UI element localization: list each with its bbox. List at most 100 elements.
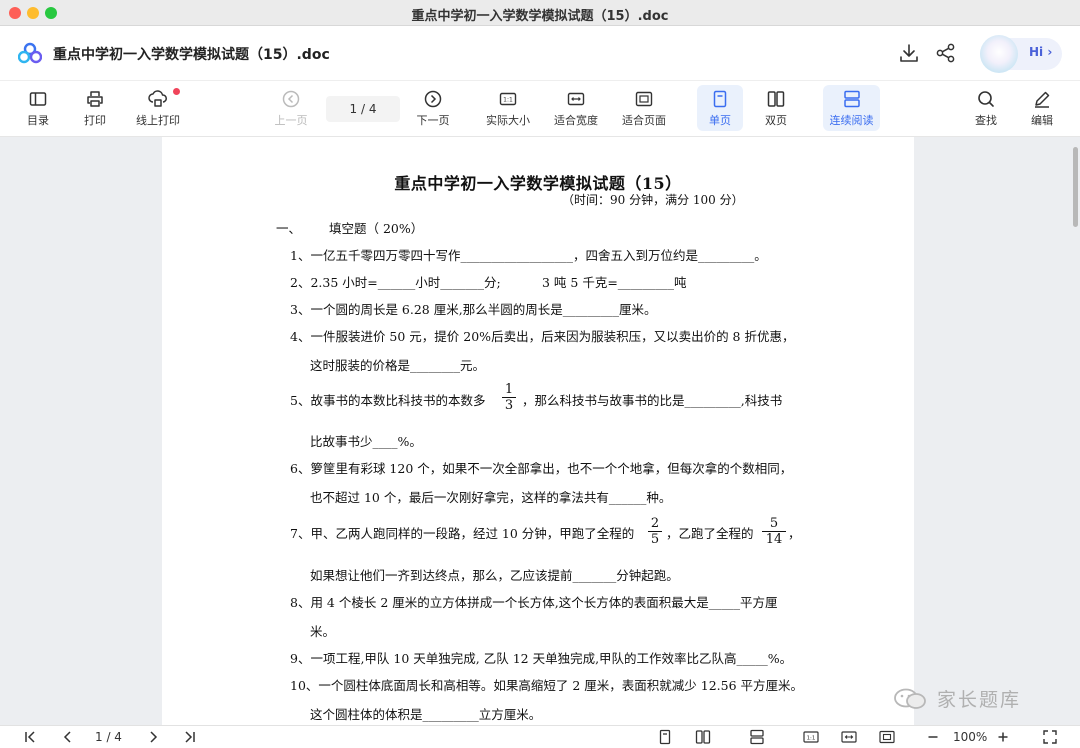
chevron-right-icon	[150, 731, 158, 743]
find-button[interactable]: 查找	[964, 85, 1008, 131]
continuous-scroll-icon	[750, 729, 764, 745]
continuous-view-button[interactable]	[749, 729, 765, 746]
exam-title: 重点中学初一入学数学模拟试题（15）	[394, 174, 682, 193]
printer-icon	[87, 91, 103, 107]
document-title: 重点中学初一入学数学模拟试题（15）.doc	[53, 47, 330, 63]
continuous-reading-button[interactable]: 连续阅读	[823, 85, 880, 131]
question-line: 3、一个圆的周长是 6.28 厘米,那么半圆的周长是_________厘米。	[290, 302, 657, 317]
next-page-small-button[interactable]	[145, 729, 161, 746]
prev-page-label: 上一页	[274, 114, 308, 127]
last-page-button[interactable]	[182, 729, 198, 746]
prev-page-button[interactable]: 上一页	[268, 85, 314, 131]
fit-width-icon	[841, 731, 857, 743]
document-viewer[interactable]: 重点中学初一入学数学模拟试题（15） （时间：90 分钟，满分 100 分） 一…	[0, 137, 1080, 725]
question-line: 这个圆柱体的体积是_________立方厘米。	[310, 707, 542, 722]
fraction-denominator: 14	[765, 532, 783, 547]
arrow-right-circle-icon	[424, 90, 442, 108]
single-page-label: 单页	[709, 114, 731, 127]
exam-subtitle: （时间：90 分钟，满分 100 分）	[562, 193, 744, 207]
fraction: 2 5	[648, 516, 662, 547]
zoom-out-button[interactable]	[925, 729, 941, 746]
section-title: 填空题（ 20%）	[329, 221, 424, 236]
first-page-button[interactable]	[22, 729, 38, 746]
fit-page-label: 适合页面	[622, 114, 666, 127]
single-page-icon	[659, 729, 671, 745]
single-page-button[interactable]: 单页	[697, 85, 743, 131]
fraction: 5 14	[762, 516, 786, 547]
question-line: 10、一个圆柱体底面周长和高相等。如果高缩短了 2 厘米，表面积就减少 12.5…	[290, 678, 804, 693]
fit-width-button[interactable]: 适合宽度	[550, 85, 602, 131]
assistant-button[interactable]: Hi ›	[980, 35, 1062, 73]
single-page-icon	[713, 90, 727, 108]
question-line: 也不超过 10 个，最后一次刚好拿完，这样的拿法共有______种。	[310, 490, 672, 505]
next-page-button[interactable]: 下一页	[410, 85, 456, 131]
question-line: ，那么科技书与故事书的比是_________,科技书	[522, 393, 783, 408]
question-line: 这时服装的价格是________元。	[310, 358, 486, 373]
fullscreen-button[interactable]	[1042, 729, 1058, 746]
minus-icon	[928, 736, 938, 738]
question-line: 如果想让他们一齐到达终点，那么，乙应该提前_______分钟起跑。	[310, 568, 679, 583]
fraction-numerator: 5	[762, 516, 786, 532]
actual-size-button[interactable]: 1:1 实际大小	[482, 85, 534, 131]
window-titlebar: 重点中学初一入学数学模拟试题（15）.doc	[0, 0, 1080, 26]
fit-page-button[interactable]: 适合页面	[618, 85, 670, 131]
window-title: 重点中学初一入学数学模拟试题（15）.doc	[411, 9, 669, 24]
question-line: 2、2.35 小时=______小时_______分;	[290, 275, 501, 290]
question-line: 9、一项工程,甲队 10 天单独完成, 乙队 12 天单独完成,甲队的工作效率比…	[290, 651, 793, 666]
svg-text:1:1: 1:1	[807, 736, 816, 742]
assistant-avatar	[980, 35, 1018, 73]
double-page-icon	[695, 730, 711, 744]
page-number-input[interactable]: 1 / 4	[326, 96, 400, 122]
prev-page-small-button[interactable]	[60, 729, 76, 746]
single-page-view-button[interactable]	[657, 729, 673, 746]
print-label: 打印	[84, 114, 106, 127]
question-line: ，乙跑了全程的	[666, 526, 754, 541]
print-button[interactable]: 打印	[73, 85, 117, 131]
section-number: 一、	[276, 221, 302, 236]
question-line: 4、一件服装进价 50 元，提价 20%后卖出，后来因为服装积压，又以卖出价的 …	[290, 329, 795, 344]
actual-size-icon: 1:1	[803, 731, 819, 743]
fraction-numerator: 1	[502, 382, 516, 398]
actual-size-label: 实际大小	[486, 114, 530, 127]
first-page-icon	[25, 731, 35, 743]
toc-button[interactable]: 目录	[16, 85, 60, 131]
status-page-indicator: 1 / 4	[95, 730, 122, 744]
fraction-numerator: 2	[648, 516, 662, 532]
edit-label: 编辑	[1031, 114, 1053, 127]
download-icon[interactable]	[898, 42, 920, 64]
actual-size-icon: 1:1	[499, 92, 517, 106]
edit-button[interactable]: 编辑	[1020, 85, 1064, 131]
last-page-icon	[185, 731, 195, 743]
toc-label: 目录	[27, 114, 49, 127]
toolbar: 目录 打印 线上打印 上一页 1 / 4 下一页 1:1 实际大小 适合宽度 适…	[0, 81, 1080, 137]
pencil-icon	[1035, 91, 1050, 108]
document-page: 重点中学初一入学数学模拟试题（15） （时间：90 分钟，满分 100 分） 一…	[162, 137, 914, 725]
question-line: 5、故事书的本数比科技书的本数多	[290, 393, 486, 408]
question-line: 比故事书少____%。	[310, 434, 422, 449]
plus-icon	[998, 732, 1008, 742]
app-logo-icon	[18, 42, 42, 64]
wechat-icon	[894, 688, 926, 709]
vertical-scrollbar[interactable]	[1073, 147, 1078, 227]
double-page-button[interactable]: 双页	[753, 85, 799, 131]
watermark-text: 家长题库	[937, 689, 1022, 711]
continuous-scroll-icon	[843, 90, 860, 108]
question-line: ，	[788, 526, 801, 541]
question-line: 6、箩筐里有彩球 120 个，如果不一次全部拿出，也不一个个地拿，但每次拿的个数…	[290, 461, 793, 476]
actual-size-small-button[interactable]: 1:1	[803, 729, 819, 746]
fullscreen-icon	[1043, 730, 1057, 744]
cloud-print-icon	[148, 90, 167, 107]
double-page-icon	[767, 91, 785, 107]
zoom-in-button[interactable]	[995, 729, 1011, 746]
fit-width-small-button[interactable]	[841, 729, 857, 746]
assistant-label: Hi ›	[1029, 45, 1053, 59]
double-page-view-button[interactable]	[695, 729, 711, 746]
share-icon[interactable]	[935, 42, 957, 64]
fraction-denominator: 5	[650, 532, 660, 547]
double-page-label: 双页	[765, 114, 787, 127]
svg-text:1:1: 1:1	[503, 97, 513, 104]
status-bar: 1 / 4 1:1 100%	[0, 725, 1080, 748]
online-print-label: 线上打印	[136, 114, 180, 127]
fit-page-small-button[interactable]	[879, 729, 895, 746]
app-header: 重点中学初一入学数学模拟试题（15）.doc Hi ›	[0, 26, 1080, 81]
